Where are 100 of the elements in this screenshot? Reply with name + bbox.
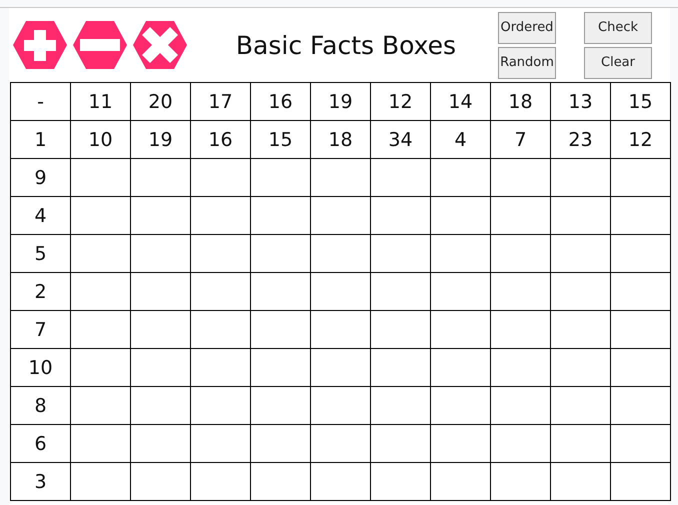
input-cell[interactable] [371, 197, 431, 235]
input-cell[interactable] [191, 159, 251, 197]
input-cell[interactable] [191, 235, 251, 273]
table-cell: 12 [371, 83, 431, 121]
input-cell[interactable] [371, 273, 431, 311]
input-cell[interactable] [191, 387, 251, 425]
input-cell[interactable] [71, 349, 131, 387]
input-cell[interactable] [251, 349, 311, 387]
input-cell[interactable] [611, 159, 671, 197]
input-cell[interactable] [71, 273, 131, 311]
action-button[interactable]: Check [584, 12, 652, 44]
input-cell[interactable] [311, 273, 371, 311]
input-cell[interactable] [431, 273, 491, 311]
input-cell[interactable] [191, 349, 251, 387]
input-cell[interactable] [251, 235, 311, 273]
input-cell[interactable] [311, 235, 371, 273]
input-cell[interactable] [371, 349, 431, 387]
input-cell[interactable] [371, 311, 431, 349]
input-cell[interactable] [311, 311, 371, 349]
input-cell[interactable] [371, 235, 431, 273]
input-cell[interactable] [491, 159, 551, 197]
input-cell[interactable] [191, 273, 251, 311]
input-cell[interactable] [71, 235, 131, 273]
input-cell[interactable] [491, 235, 551, 273]
input-cell[interactable] [191, 197, 251, 235]
input-cell[interactable] [251, 463, 311, 501]
input-cell[interactable] [491, 311, 551, 349]
input-cell[interactable] [551, 273, 611, 311]
input-cell[interactable] [431, 235, 491, 273]
input-cell[interactable] [311, 425, 371, 463]
input-cell[interactable] [131, 425, 191, 463]
action-button[interactable]: Clear [584, 46, 652, 78]
input-cell[interactable] [551, 311, 611, 349]
input-cell[interactable] [71, 463, 131, 501]
input-cell[interactable] [551, 197, 611, 235]
action-button[interactable]: Random [498, 46, 556, 78]
input-cell[interactable] [431, 463, 491, 501]
input-cell[interactable] [191, 425, 251, 463]
input-cell[interactable] [131, 235, 191, 273]
input-cell[interactable] [251, 425, 311, 463]
input-cell[interactable] [71, 311, 131, 349]
input-cell[interactable] [371, 387, 431, 425]
input-cell[interactable] [251, 387, 311, 425]
input-cell[interactable] [131, 273, 191, 311]
input-cell[interactable] [191, 311, 251, 349]
input-cell[interactable] [311, 349, 371, 387]
input-cell[interactable] [551, 387, 611, 425]
input-cell[interactable] [551, 425, 611, 463]
input-cell[interactable] [371, 159, 431, 197]
input-cell[interactable] [431, 349, 491, 387]
input-cell[interactable] [131, 349, 191, 387]
input-cell[interactable] [431, 311, 491, 349]
input-cell[interactable] [251, 273, 311, 311]
input-cell[interactable] [551, 235, 611, 273]
input-cell[interactable] [251, 159, 311, 197]
cross-icon[interactable] [132, 19, 188, 71]
input-cell[interactable] [491, 425, 551, 463]
input-cell[interactable] [71, 387, 131, 425]
table-cell: 14 [431, 83, 491, 121]
input-cell[interactable] [131, 387, 191, 425]
input-cell[interactable] [371, 463, 431, 501]
input-cell[interactable] [131, 463, 191, 501]
input-cell[interactable] [611, 425, 671, 463]
input-cell[interactable] [491, 273, 551, 311]
plus-icon[interactable] [12, 19, 68, 71]
input-cell[interactable] [71, 197, 131, 235]
input-cell[interactable] [551, 463, 611, 501]
input-cell[interactable] [611, 463, 671, 501]
input-cell[interactable] [131, 197, 191, 235]
input-cell[interactable] [131, 311, 191, 349]
input-cell[interactable] [611, 387, 671, 425]
minus-icon[interactable] [72, 19, 128, 71]
input-cell[interactable] [491, 463, 551, 501]
action-button[interactable]: Ordered [498, 12, 556, 44]
input-cell[interactable] [431, 387, 491, 425]
input-cell[interactable] [491, 387, 551, 425]
input-cell[interactable] [431, 425, 491, 463]
input-cell[interactable] [491, 349, 551, 387]
input-cell[interactable] [491, 197, 551, 235]
input-cell[interactable] [71, 425, 131, 463]
input-cell[interactable] [611, 311, 671, 349]
table-cell: 15 [611, 83, 671, 121]
input-cell[interactable] [311, 387, 371, 425]
input-cell[interactable] [311, 159, 371, 197]
input-cell[interactable] [551, 349, 611, 387]
input-cell[interactable] [611, 235, 671, 273]
input-cell[interactable] [371, 425, 431, 463]
input-cell[interactable] [611, 197, 671, 235]
input-cell[interactable] [71, 159, 131, 197]
input-cell[interactable] [551, 159, 611, 197]
input-cell[interactable] [311, 463, 371, 501]
input-cell[interactable] [311, 197, 371, 235]
input-cell[interactable] [191, 463, 251, 501]
input-cell[interactable] [611, 349, 671, 387]
input-cell[interactable] [131, 159, 191, 197]
input-cell[interactable] [251, 311, 311, 349]
input-cell[interactable] [431, 197, 491, 235]
input-cell[interactable] [611, 273, 671, 311]
input-cell[interactable] [251, 197, 311, 235]
input-cell[interactable] [431, 159, 491, 197]
